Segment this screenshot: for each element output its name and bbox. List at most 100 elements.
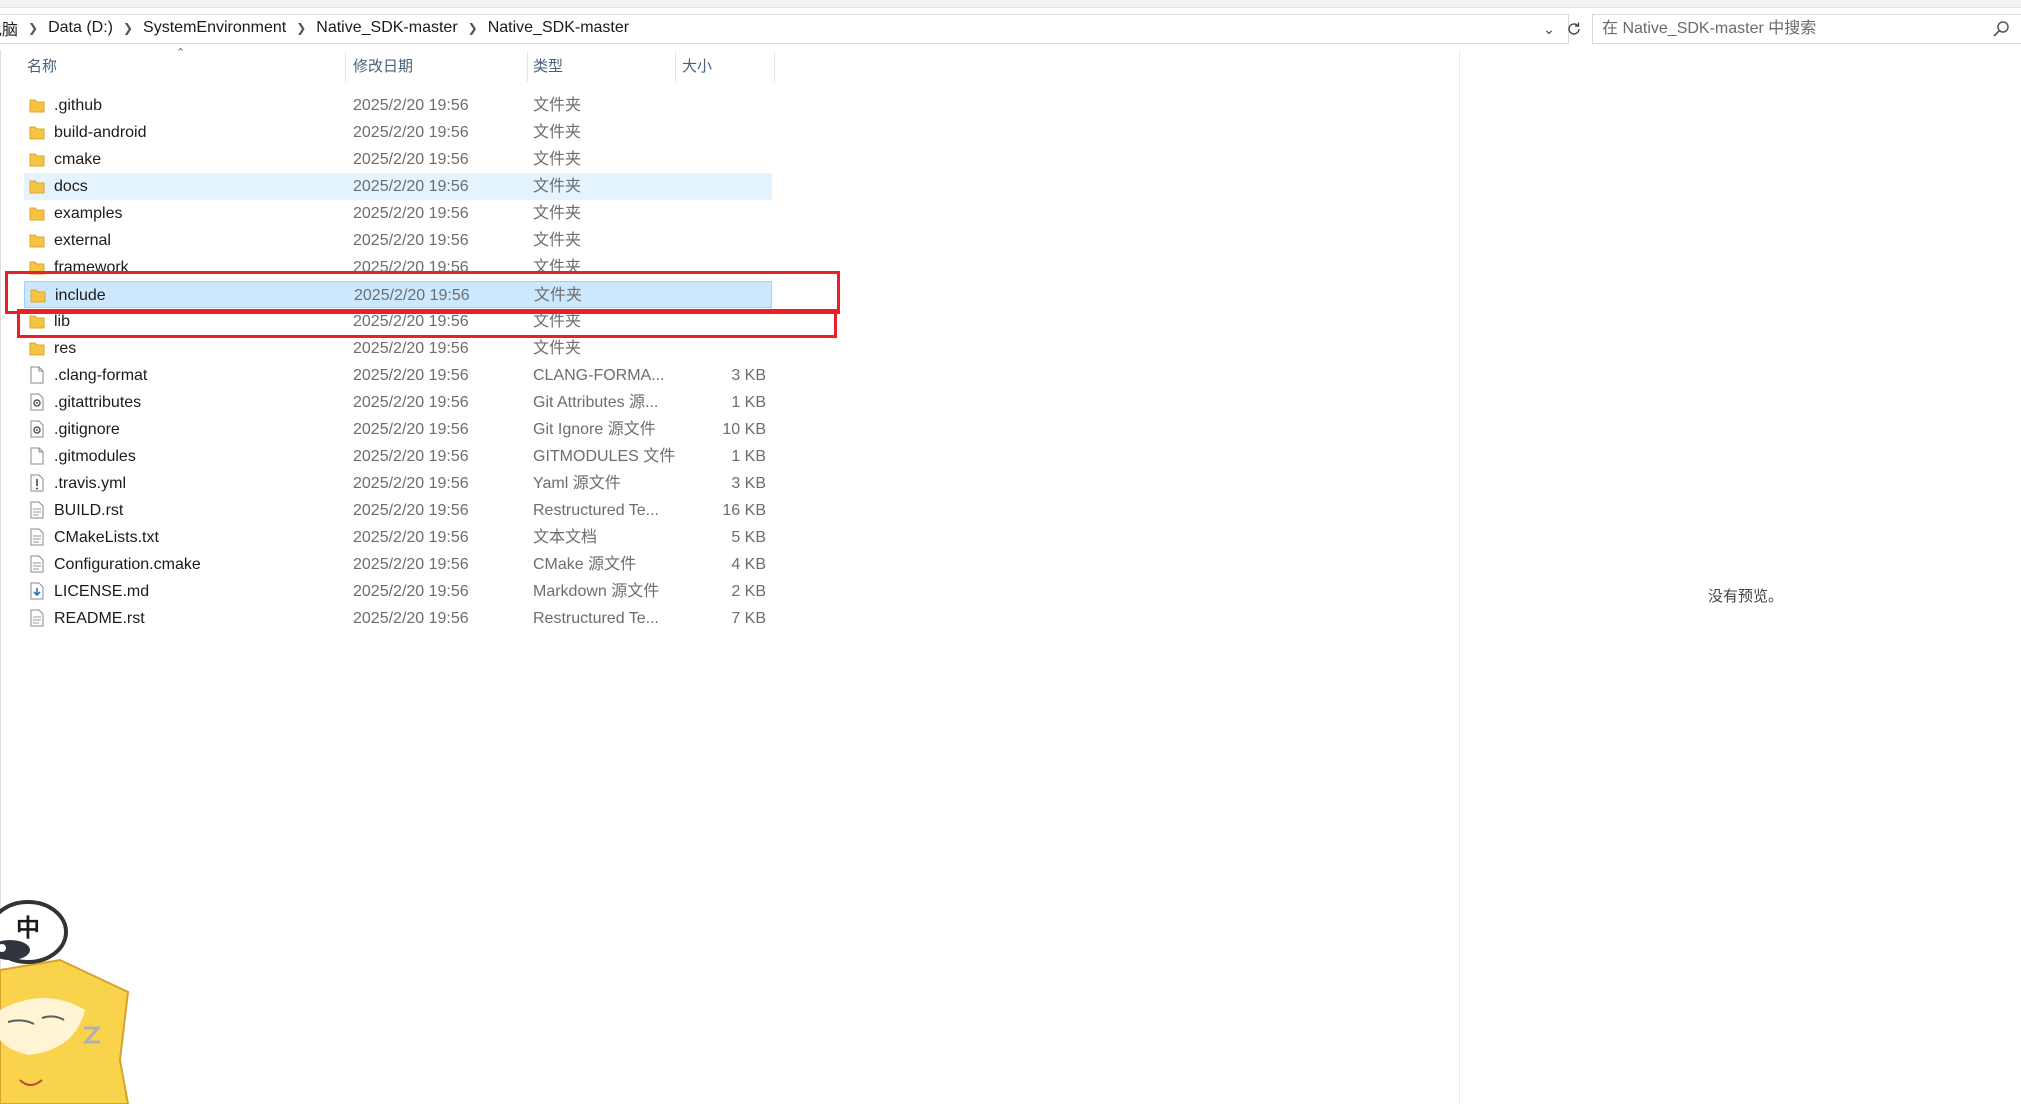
file-row-examples[interactable]: examples 2025/2/20 19:56 文件夹 bbox=[24, 200, 772, 227]
text-file-icon bbox=[29, 528, 45, 546]
file-row-cmake[interactable]: cmake 2025/2/20 19:56 文件夹 bbox=[24, 146, 772, 173]
file-modified-date: 2025/2/20 19:56 bbox=[353, 583, 469, 600]
file-name: .gitmodules bbox=[54, 448, 136, 465]
file-name: build-android bbox=[54, 124, 147, 141]
breadcrumb-current-folder[interactable]: Native_SDK-master bbox=[486, 19, 631, 37]
file-type: Git Attributes 源... bbox=[533, 394, 659, 411]
file-row-cmakelists-txt[interactable]: CMakeLists.txt 2025/2/20 19:56 文本文档 5 KB bbox=[24, 524, 772, 551]
file-row-gitignore[interactable]: .gitignore 2025/2/20 19:56 Git Ignore 源文件 1… bbox=[24, 416, 772, 443]
file-name: .travis.yml bbox=[54, 475, 126, 492]
file-name: cmake bbox=[54, 151, 102, 168]
file-size: 3 KB bbox=[731, 475, 766, 492]
file-modified-date: 2025/2/20 19:56 bbox=[353, 421, 469, 438]
file-name: .gitattributes bbox=[54, 394, 142, 411]
file-type: Restructured Te... bbox=[533, 610, 659, 627]
file-name: external bbox=[54, 232, 111, 249]
file-row-clang-format[interactable]: .clang-format 2025/2/20 19:56 CLANG-FORMA.… bbox=[24, 362, 772, 389]
column-header-date[interactable]: 修改日期 bbox=[353, 54, 413, 80]
file-modified-date: 2025/2/20 19:56 bbox=[353, 151, 469, 168]
file-name: .gitignore bbox=[54, 421, 120, 438]
breadcrumb-drive[interactable]: Data (D:) bbox=[46, 19, 115, 37]
file-row-build-rst[interactable]: BUILD.rst 2025/2/20 19:56 Restructured Te.… bbox=[24, 497, 772, 524]
file-modified-date: 2025/2/20 19:56 bbox=[353, 367, 469, 384]
breadcrumb-chevron-icon[interactable]: ❯ bbox=[296, 21, 306, 35]
text-file-icon bbox=[29, 501, 45, 519]
file-size: 16 KB bbox=[722, 502, 766, 519]
file-type: 文件夹 bbox=[533, 205, 582, 222]
column-header-type[interactable]: 类型 bbox=[533, 54, 563, 80]
ime-mode-indicator[interactable]: 中 bbox=[16, 908, 40, 943]
file-modified-date: 2025/2/20 19:56 bbox=[353, 97, 469, 114]
preview-message: 没有预览。 bbox=[1708, 588, 1784, 605]
file-name: examples bbox=[54, 205, 123, 222]
file-name: README.rst bbox=[54, 610, 145, 627]
file-modified-date: 2025/2/20 19:56 bbox=[353, 178, 469, 195]
search-icon[interactable] bbox=[1990, 18, 2012, 40]
breadcrumb-chevron-icon[interactable]: ❯ bbox=[28, 21, 38, 35]
file-type: 文件夹 bbox=[533, 151, 582, 168]
column-divider[interactable] bbox=[675, 52, 676, 82]
file-row-travis-yml[interactable]: .travis.yml 2025/2/20 19:56 Yaml 源文件 3 KB bbox=[24, 470, 772, 497]
breadcrumb-systemenvironment[interactable]: SystemEnvironment bbox=[141, 19, 288, 37]
file-modified-date: 2025/2/20 19:56 bbox=[353, 205, 469, 222]
file-name: Configuration.cmake bbox=[54, 556, 201, 573]
file-row-readme-rst[interactable]: README.rst 2025/2/20 19:56 Restructured Te… bbox=[24, 605, 772, 632]
column-header-size[interactable]: 大小 bbox=[682, 54, 712, 80]
file-type: 文件夹 bbox=[533, 340, 582, 357]
file-row-docs[interactable]: docs 2025/2/20 19:56 文件夹 bbox=[24, 173, 772, 200]
markdown-file-icon bbox=[29, 582, 45, 600]
search-input[interactable]: 在 Native_SDK-master 中搜索 bbox=[1602, 14, 1816, 44]
file-type: Markdown 源文件 bbox=[533, 583, 660, 600]
breadcrumb-chevron-icon[interactable]: ❯ bbox=[468, 21, 478, 35]
column-divider[interactable] bbox=[527, 52, 528, 82]
window-top-strip bbox=[0, 0, 2021, 8]
file-size: 3 KB bbox=[731, 367, 766, 384]
file-icon bbox=[29, 447, 45, 465]
file-type: 文件夹 bbox=[533, 124, 582, 141]
folder-icon bbox=[29, 204, 45, 222]
file-type: GITMODULES 文件 bbox=[533, 448, 676, 465]
file-modified-date: 2025/2/20 19:56 bbox=[353, 448, 469, 465]
column-header-name[interactable]: 名称 bbox=[27, 54, 57, 80]
file-modified-date: 2025/2/20 19:56 bbox=[353, 394, 469, 411]
file-name: docs bbox=[54, 178, 88, 195]
file-row-github[interactable]: .github 2025/2/20 19:56 文件夹 bbox=[24, 92, 772, 119]
address-dropdown-chevron-icon[interactable]: ⌄ bbox=[1538, 16, 1560, 42]
breadcrumb-this-pc[interactable]: 电脑 bbox=[0, 16, 20, 40]
file-type: Git Ignore 源文件 bbox=[533, 421, 656, 438]
file-type: CLANG-FORMA... bbox=[533, 367, 665, 384]
folder-icon bbox=[29, 123, 45, 141]
file-type: Yaml 源文件 bbox=[533, 475, 621, 492]
refresh-icon[interactable] bbox=[1562, 16, 1586, 42]
file-row-gitmodules[interactable]: .gitmodules 2025/2/20 19:56 GITMODULES 文件 1… bbox=[24, 443, 772, 470]
file-row-build-android[interactable]: build-android 2025/2/20 19:56 文件夹 bbox=[24, 119, 772, 146]
warning-file-icon bbox=[29, 474, 45, 492]
sort-ascending-icon: ⌃ bbox=[176, 47, 186, 59]
highlight-box-lib bbox=[17, 309, 837, 338]
folder-icon bbox=[29, 339, 45, 357]
breadcrumb-chevron-icon[interactable]: ❯ bbox=[123, 21, 133, 35]
column-divider[interactable] bbox=[345, 52, 346, 82]
file-row-configuration-cmake[interactable]: Configuration.cmake 2025/2/20 19:56 CMake … bbox=[24, 551, 772, 578]
file-row-res[interactable]: res 2025/2/20 19:56 文件夹 bbox=[24, 335, 772, 362]
file-row-gitattributes[interactable]: .gitattributes 2025/2/20 19:56 Git Attribu… bbox=[24, 389, 772, 416]
column-divider[interactable] bbox=[774, 52, 775, 82]
file-name: .github bbox=[54, 97, 103, 114]
file-type: Restructured Te... bbox=[533, 502, 659, 519]
folder-icon bbox=[29, 96, 45, 114]
file-type: 文本文档 bbox=[533, 529, 598, 546]
file-size: 7 KB bbox=[731, 610, 766, 627]
folder-icon bbox=[29, 150, 45, 168]
file-icon bbox=[29, 366, 45, 384]
file-row-license-md[interactable]: LICENSE.md 2025/2/20 19:56 Markdown 源文件 2 K… bbox=[24, 578, 772, 605]
file-modified-date: 2025/2/20 19:56 bbox=[353, 529, 469, 546]
gear-file-icon bbox=[29, 420, 45, 438]
file-type: CMake 源文件 bbox=[533, 556, 637, 573]
breadcrumb-native-sdk[interactable]: Native_SDK-master bbox=[314, 19, 459, 37]
preview-pane-divider[interactable] bbox=[1459, 50, 1460, 1104]
file-name: CMakeLists.txt bbox=[54, 529, 159, 546]
file-row-external[interactable]: external 2025/2/20 19:56 文件夹 bbox=[24, 227, 772, 254]
text-file-icon bbox=[29, 555, 45, 573]
gear-file-icon bbox=[29, 393, 45, 411]
file-modified-date: 2025/2/20 19:56 bbox=[353, 232, 469, 249]
